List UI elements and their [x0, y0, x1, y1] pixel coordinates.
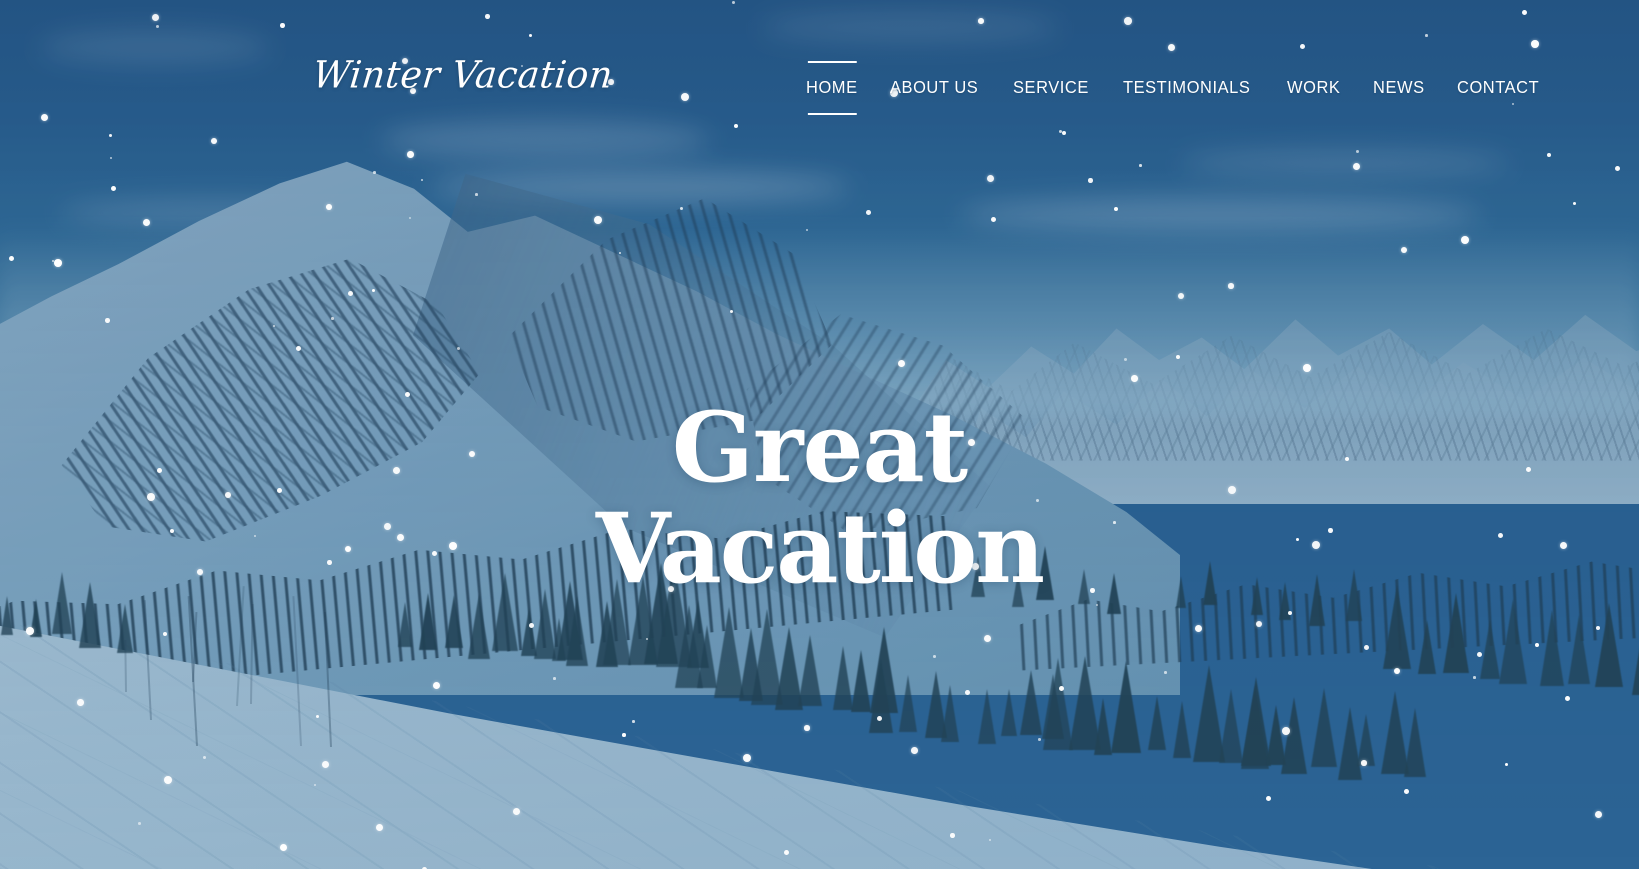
nav-item-service[interactable]: SERVICE: [1013, 50, 1089, 125]
nav-item-home[interactable]: HOME: [806, 50, 858, 125]
site-logo[interactable]: Winter Vacation: [311, 54, 615, 97]
hero-headline-line-2: Vacation: [595, 491, 1045, 605]
site-header: Winter Vacation HOME ABOUT US SERVICE TESTI…: [0, 0, 1639, 170]
hero-headline-line-1: Great: [671, 391, 968, 504]
hero-headline: Great Vacation: [0, 391, 1639, 605]
nav-item-news[interactable]: NEWS: [1373, 50, 1425, 125]
nav-item-contact[interactable]: CONTACT: [1457, 50, 1539, 125]
nav-item-about-us[interactable]: ABOUT US: [890, 50, 978, 125]
hero-section: Winter Vacation HOME ABOUT US SERVICE TESTI…: [0, 0, 1639, 869]
nav-item-work[interactable]: WORK: [1287, 50, 1340, 125]
main-navigation: HOME ABOUT US SERVICE TESTIMONIALS WORK NEWS C…: [806, 50, 1544, 125]
nav-item-testimonials[interactable]: TESTIMONIALS: [1123, 50, 1250, 125]
